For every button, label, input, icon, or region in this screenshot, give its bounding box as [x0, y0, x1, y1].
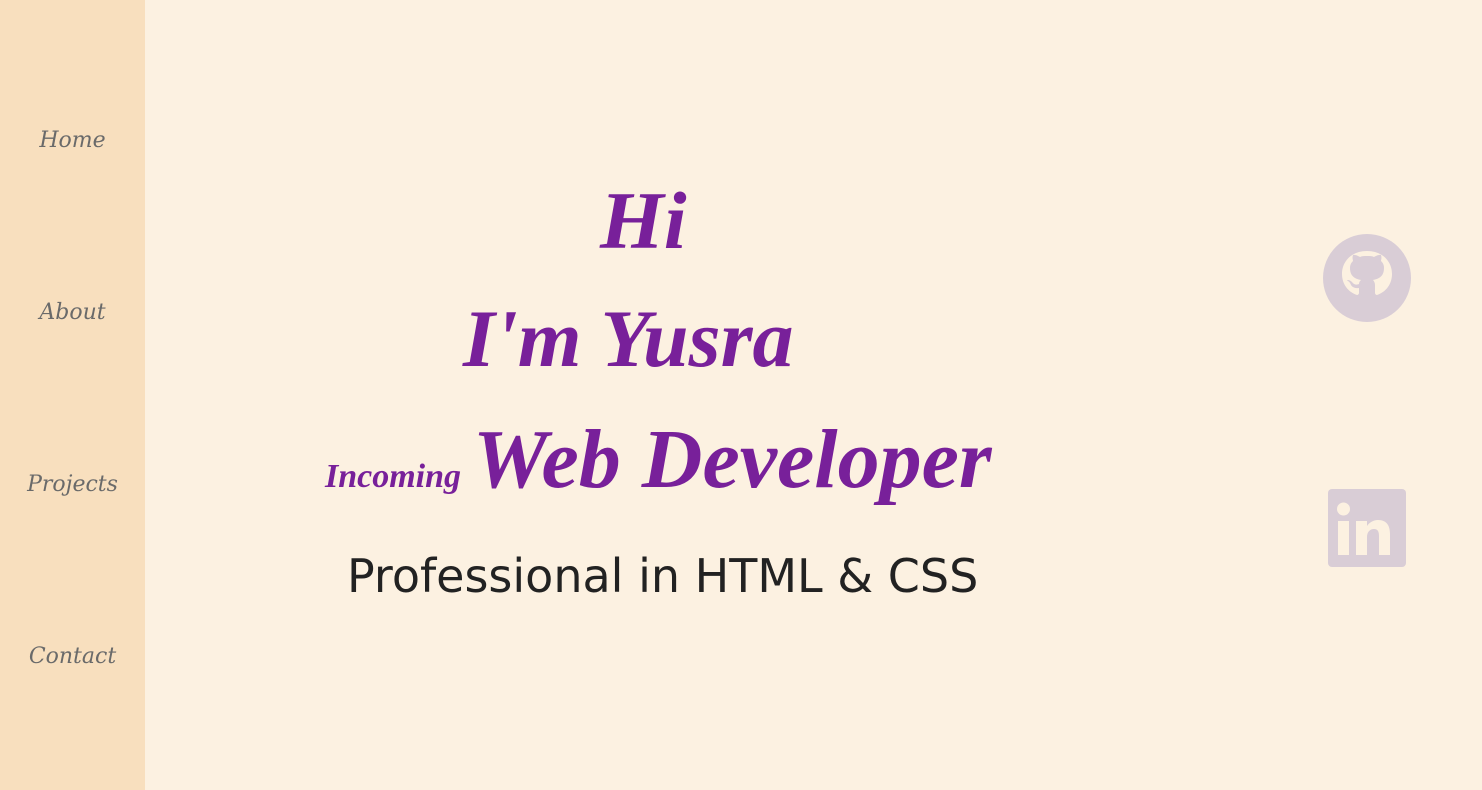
- hero-section: Hi I'm Yusra Incoming Web Developer Profe…: [145, 0, 1482, 790]
- linkedin-icon: [1322, 486, 1412, 576]
- role-heading: Incoming Web Developer: [325, 418, 992, 502]
- role-prefix: Incoming: [325, 458, 462, 495]
- greeting-heading: Hi: [600, 175, 687, 266]
- linkedin-link[interactable]: [1322, 486, 1412, 576]
- nav-item-contact[interactable]: Contact: [0, 644, 145, 669]
- github-link[interactable]: [1322, 233, 1412, 323]
- github-icon: [1322, 233, 1412, 323]
- page: Home About Projects Contact Hi I'm Yusra…: [0, 0, 1482, 790]
- role-title: Web Developer: [473, 413, 992, 506]
- nav-item-projects[interactable]: Projects: [0, 472, 145, 497]
- name-heading: I'm Yusra: [463, 293, 794, 384]
- sidebar-nav: Home About Projects Contact: [0, 0, 145, 790]
- nav-item-home[interactable]: Home: [0, 128, 145, 153]
- tagline: Professional in HTML & CSS: [347, 549, 979, 603]
- nav-item-about[interactable]: About: [0, 300, 145, 325]
